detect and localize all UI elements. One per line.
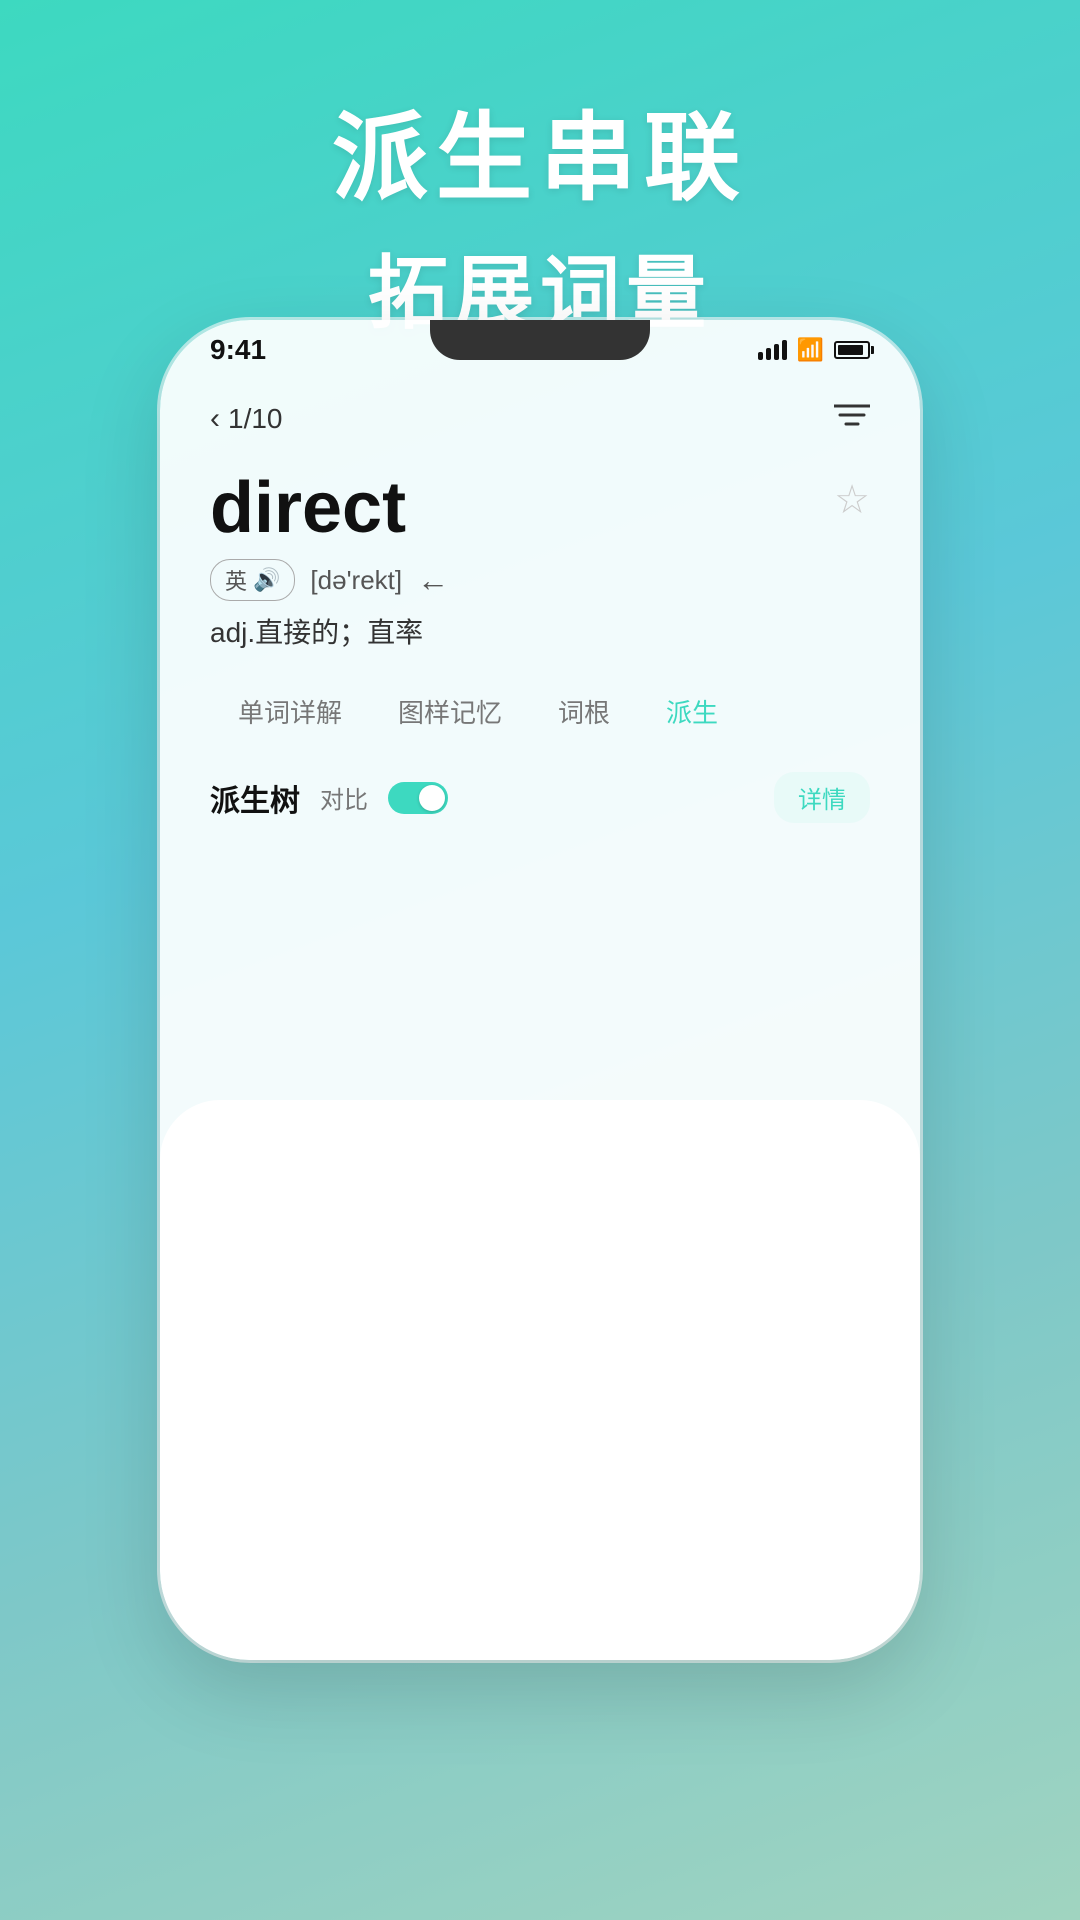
header-line1: 派生串联 bbox=[0, 80, 1080, 219]
nav-back[interactable]: ‹ 1/10 bbox=[210, 402, 283, 436]
battery-icon bbox=[834, 341, 870, 359]
tree-label-row: 派生树 对比 bbox=[210, 776, 448, 820]
compare-text: 对比 bbox=[320, 780, 368, 815]
tab-单词详解[interactable]: 单词详解 bbox=[210, 681, 370, 742]
tabs-row: 单词详解图样记忆词根派生 bbox=[210, 681, 870, 742]
word-meaning: adj.直接的；直率 bbox=[210, 611, 870, 651]
tree-label: 派生树 bbox=[210, 776, 300, 820]
word-text: direct bbox=[210, 467, 406, 549]
tree-header: 派生树 对比 详情 bbox=[210, 772, 870, 823]
phone-time: 9:41 bbox=[210, 334, 266, 366]
lang-label: 英 bbox=[225, 564, 247, 596]
word-header: direct ☆ bbox=[210, 467, 870, 549]
back-arrow-icon: ← bbox=[417, 562, 449, 599]
toggle-knob bbox=[419, 785, 445, 811]
sound-icon: 🔊 bbox=[253, 567, 280, 593]
phone-content: ‹ 1/10 direct ☆ 英 🔊 [də'rekt] ← bbox=[160, 380, 920, 863]
compare-toggle[interactable] bbox=[388, 782, 448, 814]
phonetic-row: 英 🔊 [də'rekt] ← bbox=[210, 559, 870, 601]
word-tree: direct director directorship directly di… bbox=[210, 1160, 870, 1660]
filter-icon[interactable] bbox=[834, 400, 870, 437]
phonetic-text: [də'rekt] bbox=[310, 565, 402, 596]
wifi-icon: 📶 bbox=[797, 337, 824, 363]
lang-tag[interactable]: 英 🔊 bbox=[210, 559, 295, 601]
tab-图样记忆[interactable]: 图样记忆 bbox=[370, 681, 530, 742]
tab-词根[interactable]: 词根 bbox=[530, 681, 638, 742]
back-chevron-icon: ‹ bbox=[210, 402, 220, 436]
star-icon[interactable]: ☆ bbox=[834, 477, 870, 523]
signal-icon bbox=[758, 340, 787, 360]
page-indicator: 1/10 bbox=[228, 403, 283, 435]
tab-派生[interactable]: 派生 bbox=[638, 681, 746, 742]
phone-mockup: 9:41 📶 ‹ 1/10 bbox=[160, 320, 920, 1660]
phone-notch bbox=[430, 320, 650, 360]
tree-lines-svg bbox=[210, 1160, 870, 1660]
nav-row: ‹ 1/10 bbox=[210, 400, 870, 437]
status-icons: 📶 bbox=[758, 337, 870, 363]
detail-button[interactable]: 详情 bbox=[774, 772, 870, 823]
bottom-panel: direct director directorship directly di… bbox=[160, 1100, 920, 1660]
header-section: 派生串联 拓展词量 bbox=[0, 0, 1080, 345]
